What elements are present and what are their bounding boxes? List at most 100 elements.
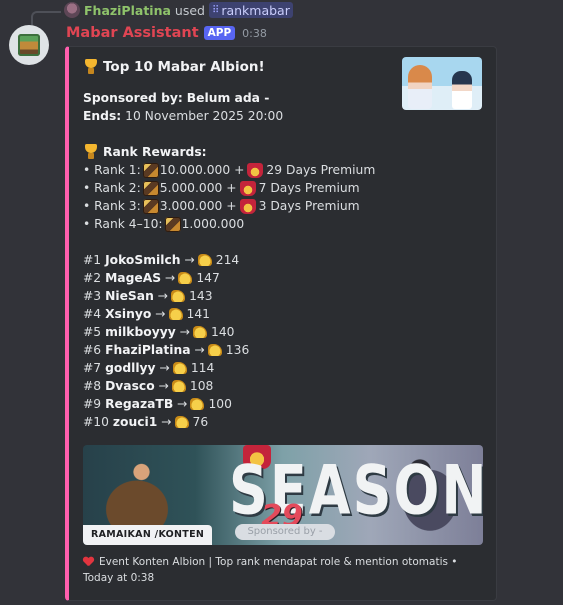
entry-arrow: → (157, 289, 169, 303)
sponsor-value: Belum ada - (186, 91, 270, 105)
entry-position: #10 (83, 415, 109, 429)
reward-plus: + (234, 163, 245, 177)
reward-rank-label: • Rank 3: (83, 199, 141, 213)
ends-value: 10 November 2025 20:00 (125, 109, 284, 123)
entry-name: MageAS (105, 271, 162, 285)
command-icon: ⠿ (211, 4, 220, 16)
gold-icon (197, 254, 212, 266)
trophy-icon (83, 59, 99, 75)
embed-thumbnail[interactable] (402, 57, 482, 110)
bot-avatar[interactable] (9, 25, 49, 65)
entry-name: JokoSmilch (105, 253, 181, 267)
entry-name: NieSan (105, 289, 154, 303)
ends-label: Ends: (83, 109, 122, 123)
premium-crown-icon (247, 162, 264, 178)
entry-position: #9 (83, 397, 102, 411)
entry-score: 114 (190, 361, 215, 375)
season-banner-image[interactable]: SEASON 29 Sponsored by - RAMAIKAN /KONTE… (83, 445, 483, 545)
entry-name: Xsinyo (105, 307, 152, 321)
entry-name: zouci1 (112, 415, 158, 429)
entry-name: milkboyyy (105, 325, 176, 339)
entry-score: 143 (189, 289, 213, 303)
message-timestamp[interactable]: 0:38 (242, 27, 267, 40)
reward-rank-label: • Rank 4–10: (83, 217, 163, 231)
gold-icon (174, 416, 189, 428)
entry-position: #2 (83, 271, 102, 285)
leaderboard-embed: Top 10 Mabar Albion! Sponsored by: Belum… (65, 46, 497, 601)
command-name: rankmabar (221, 2, 290, 18)
gold-icon (171, 290, 186, 302)
entry-arrow: → (177, 397, 188, 411)
trophy-icon (83, 144, 99, 160)
reward-rank-2: • Rank 2: 5.000.000 + 7 Days Premium (83, 179, 395, 197)
thumbnail-character-girl (408, 65, 432, 109)
heart-icon (83, 557, 94, 567)
chest-avatar-icon (18, 34, 40, 56)
thumbnail-character-boy (452, 71, 472, 109)
leaderboard-entry: #4 Xsinyo → 141 (83, 305, 395, 323)
leaderboard-entry: #1 JokoSmilch → 214 (83, 251, 395, 269)
reward-premium: 7 Days Premium (258, 181, 360, 195)
reward-plus: + (226, 181, 237, 195)
entry-score: 140 (211, 325, 235, 339)
leaderboard-entry: #6 FhaziPlatina → 136 (83, 341, 395, 359)
gold-icon (193, 326, 208, 338)
leaderboard-entry: #8 Dvasco → 108 (83, 377, 395, 395)
entry-position: #8 (83, 379, 102, 393)
entry-score: 100 (208, 397, 232, 411)
slash-command-chip[interactable]: ⠿ rankmabar (208, 2, 293, 18)
entry-name: RegazaTB (105, 397, 174, 411)
entry-position: #4 (83, 307, 102, 321)
chest-icon (142, 198, 159, 214)
premium-crown-icon (239, 180, 256, 196)
leaderboard-entry: #10 zouci1 → 76 (83, 413, 395, 431)
rewards-header: Rank Rewards: (83, 143, 395, 161)
entry-arrow: → (165, 271, 176, 285)
reward-rank-1: • Rank 1: 10.000.000 + 29 Days Premium (83, 161, 395, 179)
entry-position: #3 (83, 289, 102, 303)
embed-title-text: Top 10 Mabar Albion! (103, 59, 265, 75)
leaderboard-entry: #2 MageAS → 147 (83, 269, 395, 287)
entry-arrow: → (184, 253, 195, 267)
entry-position: #7 (83, 361, 102, 375)
gold-icon (207, 344, 222, 356)
footer-text: Event Konten Albion | Top rank mendapat … (99, 556, 458, 568)
sponsor-line: Sponsored by: Belum ada - (83, 89, 395, 107)
gold-icon (168, 308, 183, 320)
reward-rank-3: • Rank 3: 3.000.000 + 3 Days Premium (83, 197, 395, 215)
reward-amount: 3.000.000 (159, 199, 223, 213)
reply-used-text: used (174, 2, 205, 18)
entry-score: 108 (189, 379, 214, 393)
entry-arrow: → (194, 343, 205, 357)
reply-user-avatar[interactable] (64, 2, 80, 18)
gold-icon (190, 398, 205, 410)
reward-amount: 10.000.000 (159, 163, 231, 177)
command-reply-header: FhaziPlatina used ⠿ rankmabar (64, 1, 293, 19)
reward-amount: 1.000.000 (181, 217, 245, 231)
message-header: Mabar Assistant APP 0:38 (66, 23, 267, 43)
entry-position: #5 (83, 325, 102, 339)
leaderboard-entry: #5 milkboyyy → 140 (83, 323, 395, 341)
reward-rank-label: • Rank 1: (83, 163, 141, 177)
entry-name: Dvasco (105, 379, 155, 393)
bot-username[interactable]: Mabar Assistant (66, 25, 199, 41)
ends-line: Ends: 10 November 2025 20:00 (83, 107, 395, 125)
reward-premium: 3 Days Premium (258, 199, 360, 213)
entry-arrow: → (155, 307, 166, 321)
app-badge: APP (203, 26, 236, 40)
embed-description: Sponsored by: Belum ada - Ends: 10 Novem… (83, 89, 395, 431)
premium-crown-icon (239, 198, 256, 214)
entry-arrow: → (161, 415, 172, 429)
rewards-header-text: Rank Rewards: (103, 145, 207, 159)
reward-premium: 29 Days Premium (266, 163, 376, 177)
reply-username[interactable]: FhaziPlatina (84, 3, 171, 18)
entry-arrow: → (159, 361, 170, 375)
leaderboard-entry: #3 NieSan → 143 (83, 287, 395, 305)
reward-amount: 5.000.000 (159, 181, 223, 195)
entry-arrow: → (179, 325, 191, 339)
reply-connector (31, 11, 61, 25)
gold-icon (178, 272, 193, 284)
entry-score: 76 (192, 415, 209, 429)
reward-rank-label: • Rank 2: (83, 181, 141, 195)
banner-label: RAMAIKAN /KONTEN (83, 525, 213, 545)
